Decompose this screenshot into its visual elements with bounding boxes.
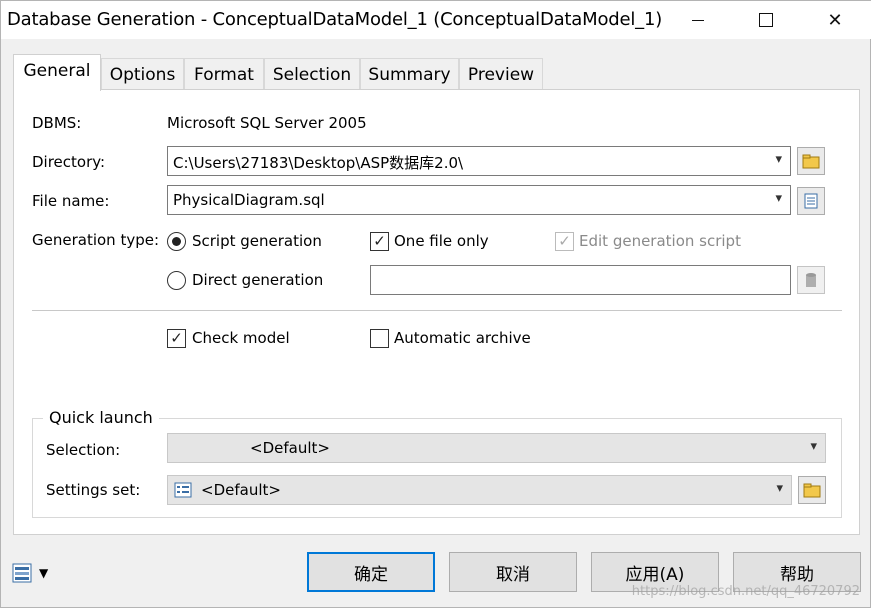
selection-value: <Default> [250,439,330,457]
direct-generation-label[interactable]: Direct generation [192,271,323,289]
folder-icon [802,154,820,169]
edit-generation-script-checkbox: ✓ [555,232,574,251]
dropdown-arrow-icon[interactable]: ▼ [39,566,48,580]
tab-general[interactable]: General [13,54,101,91]
generation-type-label: Generation type: [32,231,160,249]
check-model-checkbox[interactable]: ✓ [167,329,186,348]
database-icon [806,273,816,287]
tab-format[interactable]: Format [184,58,264,90]
filename-value: PhysicalDiagram.sql [173,191,325,209]
minimize-icon [692,19,704,21]
tab-summary[interactable]: Summary [360,58,459,90]
directory-combobox[interactable]: C:\Users\27183\Desktop\ASP数据库2.0\ ▾ [167,146,791,176]
close-button[interactable]: ✕ [801,1,869,39]
maximize-button[interactable] [732,1,800,39]
settings-set-icon [174,482,192,498]
selection-label: Selection: [46,441,121,459]
window-title: Database Generation - ConceptualDataMode… [7,9,663,30]
directory-value: C:\Users\27183\Desktop\ASP数据库2.0\ [173,154,464,172]
close-icon: ✕ [827,9,843,31]
chevron-down-icon[interactable]: ▾ [775,152,782,167]
dbms-label: DBMS: [32,114,82,132]
automatic-archive-label[interactable]: Automatic archive [394,329,531,347]
script-generation-radio[interactable] [167,232,186,251]
one-file-only-label[interactable]: One file only [394,232,489,250]
chevron-down-icon[interactable]: ▾ [775,191,782,206]
chevron-down-icon[interactable]: ▾ [810,439,817,454]
file-properties-button[interactable] [797,187,825,215]
cancel-button[interactable]: 取消 [449,552,577,592]
tab-selection[interactable]: Selection [264,58,360,90]
edit-generation-script-label: Edit generation script [579,232,741,250]
watermark: https://blog.csdn.net/qq_46720792 [631,584,860,599]
database-generation-dialog: Database Generation - ConceptualDataMode… [0,0,871,608]
directory-label: Directory: [32,153,106,171]
settings-set-value: <Default> [201,481,281,499]
filename-combobox[interactable]: PhysicalDiagram.sql ▾ [167,185,791,215]
ok-button[interactable]: 确定 [307,552,435,592]
separator [32,310,842,311]
browse-directory-button[interactable] [797,147,825,175]
browse-settings-button[interactable] [798,476,826,504]
settings-set-label: Settings set: [46,481,141,499]
check-model-label[interactable]: Check model [192,329,290,347]
folder-icon [803,483,821,498]
tab-options[interactable]: Options [101,58,184,90]
document-icon [804,193,818,209]
maximize-icon [759,13,773,27]
connect-data-source-button [797,266,825,294]
selection-combobox[interactable]: <Default> ▾ [167,433,826,463]
quick-launch-legend: Quick launch [43,408,159,427]
minimize-button[interactable] [664,1,732,39]
data-source-field[interactable] [370,265,791,295]
dbms-value: Microsoft SQL Server 2005 [167,114,367,132]
direct-generation-radio[interactable] [167,271,186,290]
tab-preview[interactable]: Preview [459,58,543,90]
selection-toolbar-button[interactable]: ▼ [11,561,61,585]
settings-set-combobox[interactable]: <Default> ▾ [167,475,792,505]
chevron-down-icon[interactable]: ▾ [776,481,783,496]
list-selection-icon [12,563,32,583]
filename-label: File name: [32,192,110,210]
one-file-only-checkbox[interactable]: ✓ [370,232,389,251]
automatic-archive-checkbox[interactable] [370,329,389,348]
script-generation-label[interactable]: Script generation [192,232,322,250]
title-bar: Database Generation - ConceptualDataMode… [1,1,871,39]
